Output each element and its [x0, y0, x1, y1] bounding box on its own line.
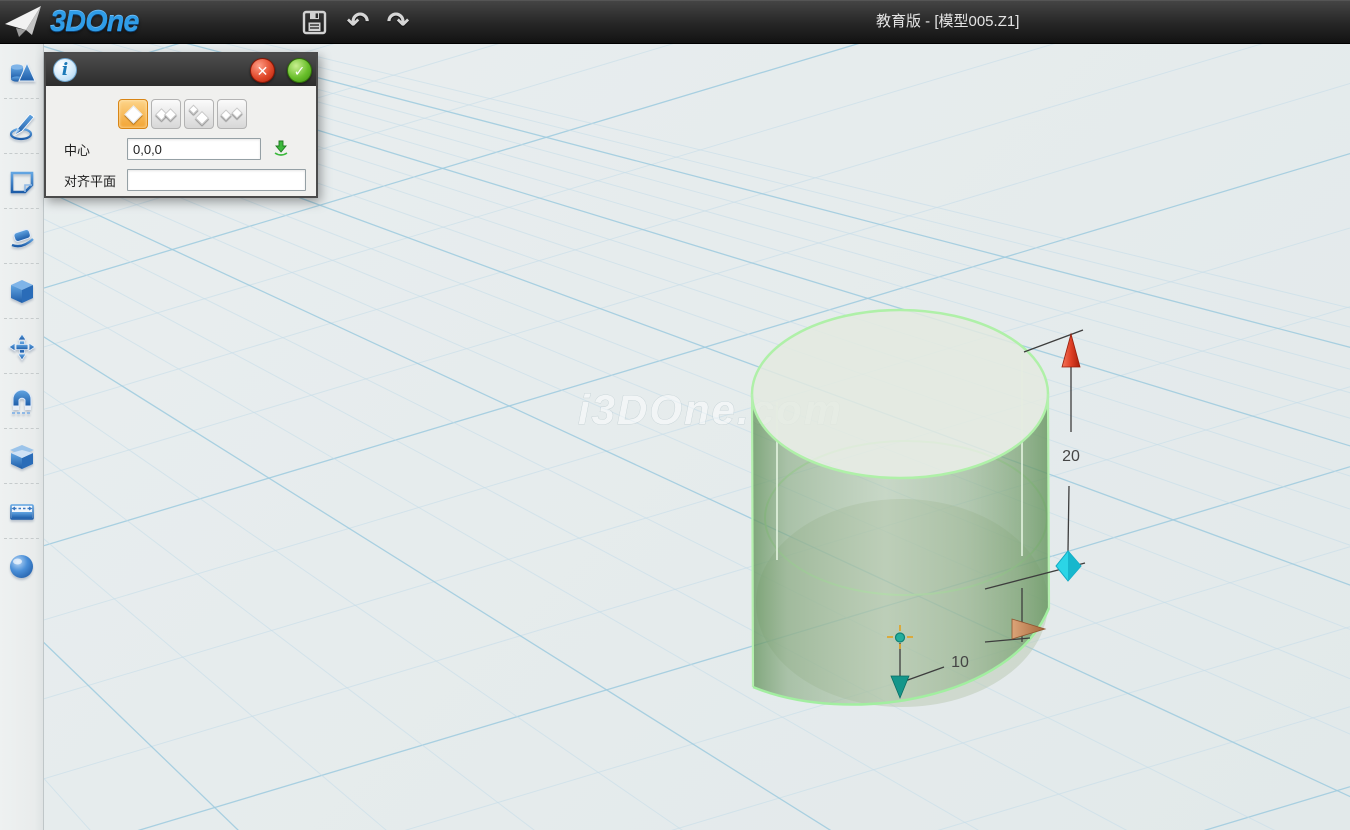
diamond-icon [195, 111, 209, 125]
3d-viewport[interactable]: i3DOne.com [44, 44, 1350, 830]
align-plane-field-row: 对齐平面 [46, 169, 316, 191]
height-dimension-value[interactable]: 20 [1062, 448, 1080, 465]
save-icon[interactable] [298, 0, 330, 44]
align-plane-label: 对齐平面 [64, 171, 127, 190]
mode-button-row [118, 99, 316, 129]
center-field-label: 中心 [64, 140, 127, 159]
sidebar-item-move[interactable] [0, 319, 43, 374]
sidebar-item-align[interactable] [0, 374, 43, 429]
sidebar-item-features[interactable] [0, 264, 43, 319]
diamond-icon [189, 105, 199, 115]
dialog-title-bar[interactable]: i ✕ ✓ [46, 54, 316, 86]
height-midpoint-handle[interactable] [1056, 551, 1081, 581]
sidebar-item-sketch[interactable] [0, 99, 43, 154]
sidebar-item-combine[interactable] [0, 429, 43, 484]
height-dim-line-lower [1068, 486, 1069, 551]
mode-single-diamond-button[interactable] [118, 99, 148, 129]
pick-point-icon[interactable] [272, 140, 290, 158]
align-plane-input[interactable] [127, 169, 306, 191]
mode-double-diamond-button[interactable] [151, 99, 181, 129]
sidebar-item-sweep[interactable] [0, 209, 43, 264]
cylinder-silhouette-right [1048, 394, 1049, 608]
diamond-icon [164, 108, 177, 121]
render-sphere-icon [8, 553, 35, 580]
dialog-body: 中心 对齐平面 [46, 86, 316, 191]
title-bar: 3DOne ↶ ↷ 教育版 - [模型005.Z1] [0, 0, 1350, 44]
sketch-pencil-icon [9, 113, 35, 141]
sweep-tool-icon [8, 225, 36, 249]
sidebar-item-sketch-plane[interactable] [0, 154, 43, 209]
combine-icon [8, 444, 36, 470]
mode-diamond-split-button[interactable] [217, 99, 247, 129]
confirm-icon[interactable]: ✓ [287, 58, 312, 83]
cylinder-options-dialog: i ✕ ✓ [44, 52, 318, 198]
center-field-row: 中心 [46, 138, 316, 160]
sidebar-item-basic-solids[interactable] [0, 44, 43, 99]
logo-text: 3DOne [50, 6, 138, 39]
diamond-icon [124, 105, 142, 123]
mode-diamond-offset-button[interactable] [184, 99, 214, 129]
sketch-plane-icon [9, 169, 35, 195]
basic-solids-icon [8, 59, 36, 85]
sidebar-item-render[interactable] [0, 539, 43, 594]
info-icon[interactable]: i [53, 58, 77, 82]
cylinder-top-face [752, 310, 1048, 478]
height-arrow-up-handle[interactable] [1062, 334, 1080, 367]
cylinder-silhouette-left [752, 394, 753, 687]
radius-dimension-value[interactable]: 10 [951, 654, 969, 671]
dimension-icon [8, 501, 36, 523]
magnet-align-icon [8, 388, 36, 415]
tool-sidebar [0, 44, 44, 830]
window-title: 教育版 - [模型005.Z1] [876, 0, 1019, 44]
diamond-icon [231, 107, 242, 118]
move-icon [8, 333, 36, 361]
app-logo: 3DOne [4, 3, 138, 41]
undo-icon[interactable]: ↶ [340, 0, 376, 44]
cube-feature-icon [9, 278, 35, 305]
diamond-icon [220, 109, 231, 120]
redo-icon[interactable]: ↷ [380, 0, 416, 44]
3done-application-window: 3DOne ↶ ↷ 教育版 - [模型005.Z1] [0, 0, 1350, 830]
close-icon[interactable]: ✕ [250, 58, 275, 83]
sidebar-item-dimension[interactable] [0, 484, 43, 539]
paper-plane-icon [4, 4, 44, 40]
center-point-input[interactable] [127, 138, 261, 160]
